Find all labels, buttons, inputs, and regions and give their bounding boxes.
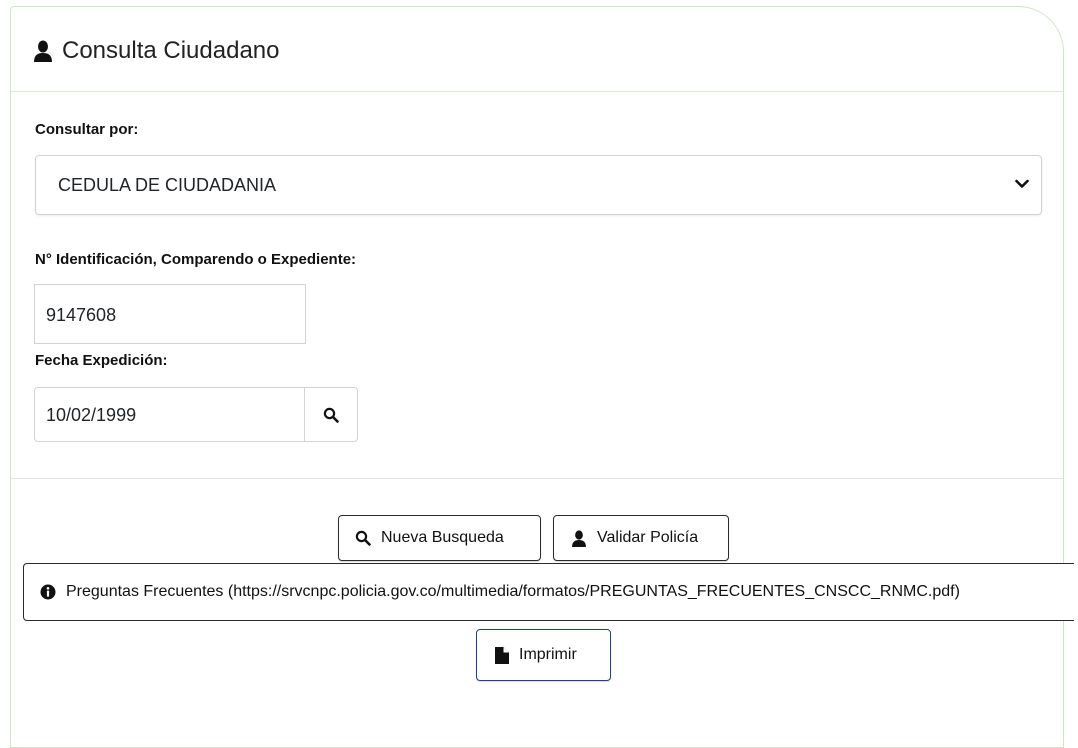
panel-title-text: Consulta Ciudadano: [62, 37, 280, 64]
consult-by-selected-value: CEDULA DE CIUDADANIA: [58, 175, 277, 195]
print-button[interactable]: Imprimir: [476, 629, 611, 681]
file-icon: [495, 646, 509, 664]
date-search-button[interactable]: [304, 387, 358, 442]
issue-date-input[interactable]: 10/02/1999: [34, 387, 306, 442]
id-number-label: N° Identificación, Comparendo o Expedien…: [35, 251, 357, 268]
consult-by-select[interactable]: CEDULA DE CIUDADANIA: [35, 155, 1042, 215]
new-search-label: Nueva Busqueda: [381, 529, 504, 546]
new-search-button[interactable]: Nueva Busqueda: [338, 515, 541, 561]
issue-date-label: Fecha Expedición:: [35, 352, 168, 369]
user-icon: [34, 40, 52, 62]
user-icon: [572, 529, 586, 547]
chevron-down-icon: [1015, 179, 1029, 188]
validate-police-button[interactable]: Validar Policía: [553, 515, 729, 561]
consult-by-label: Consultar por:: [35, 121, 139, 138]
section-divider: [11, 478, 1063, 479]
validate-police-label: Validar Policía: [597, 529, 699, 546]
panel-heading: Consulta Ciudadano: [11, 7, 1063, 92]
id-number-value: 9147608: [46, 305, 117, 325]
issue-date-value: 10/02/1999: [46, 405, 137, 425]
search-icon: [355, 530, 371, 546]
info-circle-icon: [40, 584, 56, 600]
faq-link[interactable]: Preguntas Frecuentes (https://srvcnpc.po…: [23, 563, 1074, 621]
print-label: Imprimir: [519, 646, 577, 663]
panel-title: Consulta Ciudadano: [33, 37, 280, 65]
search-icon: [323, 407, 339, 423]
id-number-input[interactable]: 9147608: [34, 284, 306, 344]
faq-label: Preguntas Frecuentes (https://srvcnpc.po…: [66, 583, 960, 600]
